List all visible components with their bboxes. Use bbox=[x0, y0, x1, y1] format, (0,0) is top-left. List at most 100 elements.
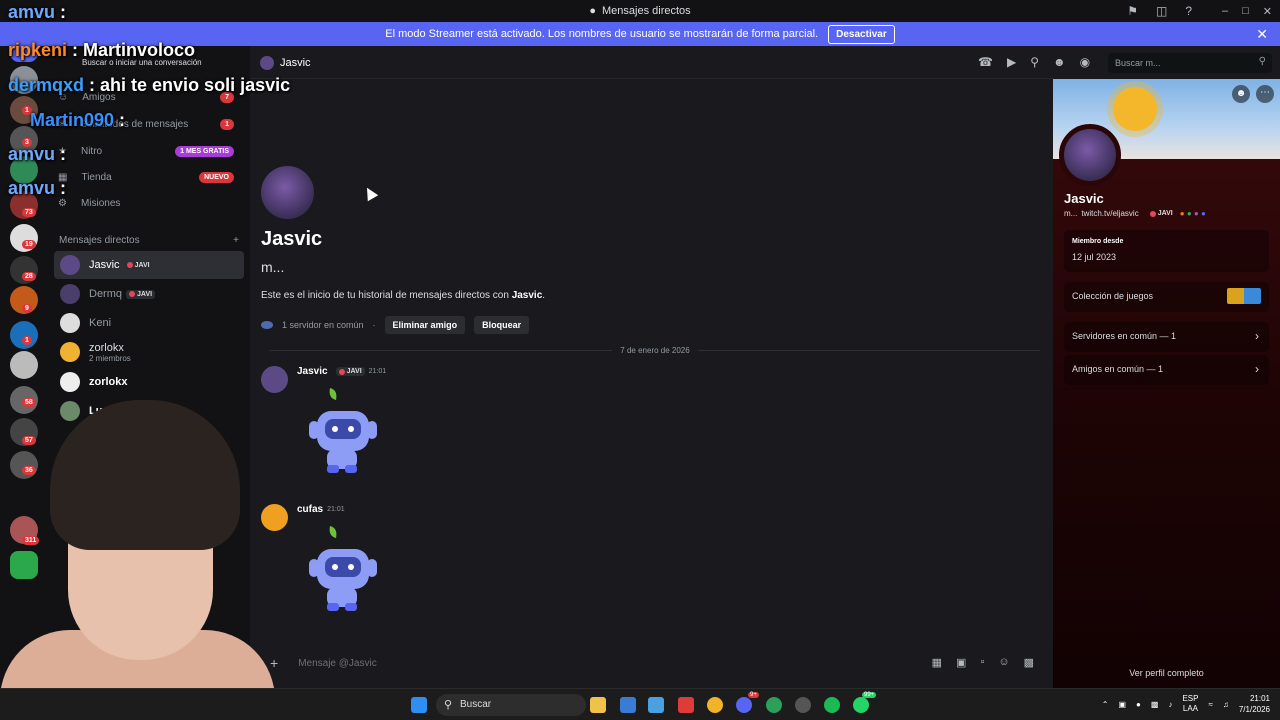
dm-section-header: Mensajes directos + bbox=[59, 235, 239, 246]
message: cufas 21:01 bbox=[261, 504, 387, 619]
avatar[interactable] bbox=[261, 366, 288, 393]
message-author[interactable]: cufas bbox=[297, 504, 323, 515]
chevron-up-icon[interactable]: ⌃ bbox=[1102, 700, 1109, 709]
webcam-overlay bbox=[0, 400, 275, 688]
nav-shop[interactable]: ▦ Tienda NUEVO bbox=[58, 166, 238, 188]
profile-avatar[interactable] bbox=[261, 166, 314, 219]
profile-status: m... bbox=[261, 259, 285, 275]
help-icon[interactable]: ? bbox=[1185, 4, 1192, 18]
gift-icon[interactable]: ▦ bbox=[932, 656, 942, 669]
volume-icon[interactable]: ♫ bbox=[1223, 700, 1229, 709]
webcam-hair bbox=[50, 400, 240, 550]
obs-icon[interactable] bbox=[795, 697, 811, 713]
inbox-icon[interactable]: ⚑ bbox=[1127, 4, 1138, 18]
server-badge: 73 bbox=[22, 208, 36, 217]
dm-intro-text: Este es el inicio de tu historial de men… bbox=[261, 290, 546, 301]
screen-icon[interactable]: ◫ bbox=[1156, 4, 1167, 18]
mutual-servers-link[interactable]: 1 servidor en común bbox=[282, 320, 364, 330]
video-icon[interactable]: ▶ bbox=[1007, 55, 1016, 69]
new-pill: NUEVO bbox=[199, 171, 234, 183]
dm-item-jasvic[interactable]: Jasvic JAVI bbox=[54, 251, 244, 279]
server-icon[interactable] bbox=[10, 321, 38, 349]
twitch-link[interactable]: twitch.tv/eljasvic bbox=[1081, 209, 1138, 218]
clan-tag: JAVI bbox=[1147, 209, 1176, 218]
gif-icon[interactable]: ▣ bbox=[956, 656, 966, 669]
emoji-icon[interactable]: ☺ bbox=[998, 656, 1009, 669]
minimize-icon[interactable]: – bbox=[1222, 5, 1228, 17]
server-badge: 28 bbox=[22, 272, 36, 281]
profile-toggle-icon[interactable]: ◉ bbox=[1080, 55, 1090, 69]
windows-start-icon[interactable] bbox=[411, 697, 427, 713]
spotify-icon[interactable] bbox=[824, 697, 840, 713]
remove-friend-button[interactable]: Eliminar amigo bbox=[384, 316, 466, 334]
block-button[interactable]: Bloquear bbox=[474, 316, 530, 334]
profile-panel-name: Jasvic bbox=[1064, 191, 1104, 206]
nav-nitro[interactable]: ★ Nitro 1 MES GRATIS bbox=[58, 140, 238, 162]
quests-icon: ⚙ bbox=[58, 197, 67, 209]
tray-app-icon[interactable]: ▣ bbox=[1118, 700, 1126, 709]
dm-item-keni[interactable]: Keni bbox=[54, 309, 244, 337]
mic-icon[interactable]: ♪ bbox=[1168, 700, 1172, 709]
wifi-icon[interactable]: ≈ bbox=[1208, 700, 1212, 709]
add-dm-button[interactable]: + bbox=[233, 235, 239, 246]
mutual-row: 1 servidor en común · Eliminar amigo Blo… bbox=[261, 316, 530, 334]
nav-quests[interactable]: ⚙ Misiones bbox=[58, 192, 238, 214]
banner-sun-image bbox=[1113, 87, 1157, 131]
language-indicator[interactable]: ESP LAA bbox=[1182, 694, 1198, 714]
message-time: 21:01 bbox=[368, 368, 387, 375]
file-explorer-icon[interactable] bbox=[590, 697, 606, 713]
app-red-icon[interactable] bbox=[678, 697, 694, 713]
date-divider: 7 de enero de 2026 bbox=[270, 346, 1040, 355]
chat-header: Jasvic bbox=[250, 46, 1053, 79]
dm-item-group-zorlokx[interactable]: zorlokx 2 miembros bbox=[54, 338, 244, 366]
chrome-icon[interactable] bbox=[707, 697, 723, 713]
whatsapp-icon[interactable] bbox=[853, 697, 869, 713]
stream-chat-line: amvu : bbox=[8, 178, 67, 198]
sticker-icon[interactable]: ▫ bbox=[980, 656, 984, 669]
tray-app-icon[interactable]: ● bbox=[1136, 700, 1141, 709]
message-meta: cufas 21:01 bbox=[297, 504, 387, 515]
view-full-profile-link[interactable]: Ver perfil completo bbox=[1053, 668, 1280, 678]
taskbar-search[interactable]: ⚲ Buscar bbox=[436, 694, 586, 716]
dm-item-dermq[interactable]: Dermq JAVI bbox=[54, 280, 244, 308]
mutual-friends-card[interactable]: Amigos en común — 1 › bbox=[1064, 355, 1269, 385]
windows-store-icon[interactable] bbox=[648, 697, 664, 713]
clock[interactable]: 21:01 7/1/2026 bbox=[1239, 693, 1270, 715]
stream-chat-line: Martin090 : bbox=[30, 110, 126, 130]
disable-streamer-button[interactable]: Desactivar bbox=[828, 24, 895, 44]
message-time: 21:01 bbox=[327, 506, 345, 513]
mutual-servers-card[interactable]: Servidores en común — 1 › bbox=[1064, 322, 1269, 352]
message-author[interactable]: Jasvic bbox=[297, 366, 328, 377]
apps-icon[interactable]: ▩ bbox=[1024, 656, 1034, 669]
add-friend-icon[interactable]: ☻ bbox=[1232, 85, 1250, 103]
close-icon[interactable]: ✕ bbox=[1263, 5, 1272, 18]
pin-icon[interactable]: ⚲ bbox=[1030, 55, 1039, 69]
chat-header-user: Jasvic bbox=[260, 56, 311, 70]
game-collection-card[interactable]: Colección de juegos bbox=[1064, 282, 1269, 312]
banner-close-icon[interactable]: ✕ bbox=[1256, 26, 1268, 43]
add-friends-icon[interactable]: ☻ bbox=[1053, 55, 1066, 69]
header-avatar bbox=[260, 56, 274, 70]
discord-taskbar-icon[interactable] bbox=[736, 697, 752, 713]
message: Jasvic JAVI 21:01 bbox=[261, 366, 387, 481]
profile-panel-avatar[interactable] bbox=[1059, 124, 1121, 186]
dm-item-zorlokx[interactable]: zorlokx bbox=[54, 368, 244, 396]
more-options-icon[interactable]: ⋯ bbox=[1256, 85, 1274, 103]
banner-actions: ☻ ⋯ bbox=[1232, 85, 1274, 103]
window-controls: – □ ✕ bbox=[1222, 0, 1272, 22]
store-icon[interactable] bbox=[620, 697, 636, 713]
system-tray: ⌃ ▣ ● ▩ ♪ ESP LAA ≈ ♫ 21:01 7/1/2026 bbox=[1102, 693, 1270, 715]
server-icon[interactable] bbox=[10, 351, 38, 379]
group-avatar bbox=[60, 342, 80, 362]
maximize-icon[interactable]: □ bbox=[1242, 5, 1249, 17]
game-thumbnails bbox=[1227, 288, 1261, 304]
chrome-profile-icon[interactable] bbox=[766, 697, 782, 713]
message-composer[interactable]: + Mensaje @Jasvic ▦ ▣ ▫ ☺ ▩ bbox=[262, 650, 1042, 676]
call-icon[interactable]: ☎ bbox=[978, 55, 993, 69]
chevron-right-icon: › bbox=[1255, 362, 1259, 376]
window-title: ● Mensajes directos bbox=[589, 5, 691, 17]
tray-app-icon[interactable]: ▩ bbox=[1151, 700, 1159, 709]
message-search-input[interactable]: Buscar m... ⚲ bbox=[1108, 53, 1272, 73]
chevron-right-icon: › bbox=[1255, 329, 1259, 343]
nitro-pill: 1 MES GRATIS bbox=[175, 145, 234, 157]
